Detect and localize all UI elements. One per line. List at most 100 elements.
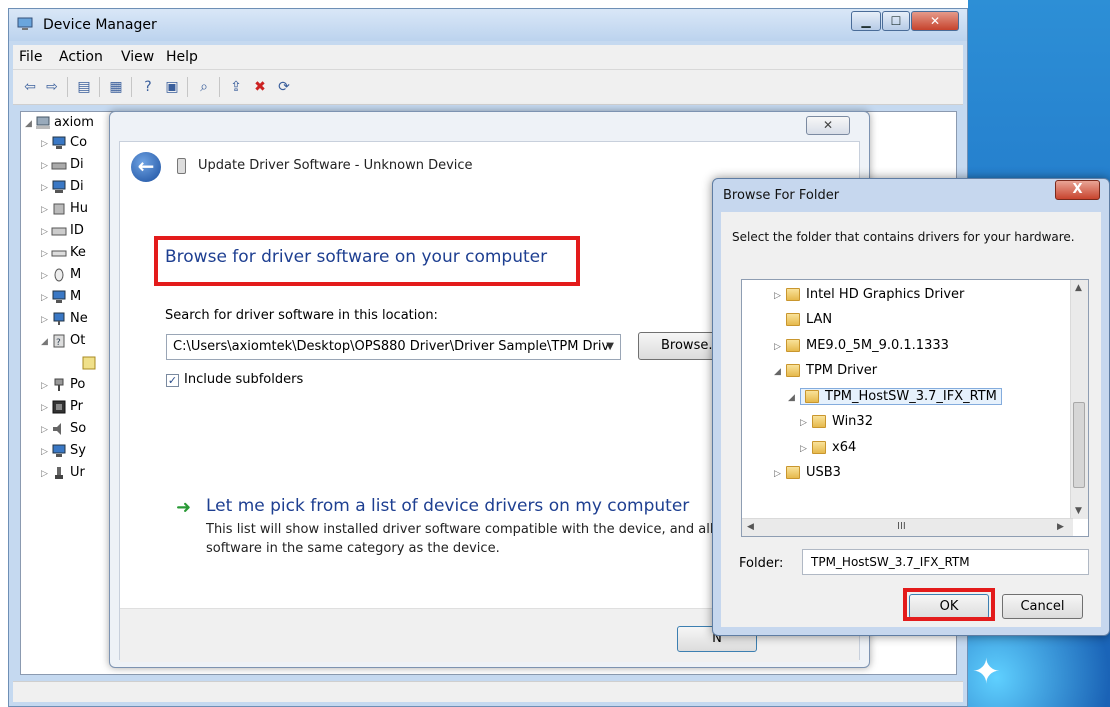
toolbar-separator [219,77,220,97]
browse-instruction: Select the folder that contains drivers … [732,230,1075,244]
expand-triangle-icon[interactable]: ▷ [800,412,812,434]
tree-label: Sy [70,443,86,458]
menu-view[interactable]: View [121,49,154,65]
expand-triangle-icon[interactable]: ◢ [25,114,35,134]
enable-device-icon[interactable]: ⟳ [275,78,293,96]
tree-item[interactable]: ▷ Ke [41,243,86,263]
back-arrow-icon[interactable]: ⇦ [21,78,39,96]
expand-triangle-icon[interactable]: ▷ [774,463,786,485]
horizontal-scrollbar[interactable]: ◀ III ▶ [742,518,1073,536]
tree-item[interactable]: ▷ Po [41,375,85,395]
include-subfolders-label: Include subfolders [184,372,304,387]
minimize-button[interactable]: ▁ [851,11,881,31]
help-icon[interactable]: ? [139,78,157,96]
folder-label: Intel HD Graphics Driver [806,287,965,302]
folder-item-selected[interactable]: ◢ TPM_HostSW_3.7_IFX_RTM [788,386,1002,408]
scroll-right-arrow-icon[interactable]: ▶ [1057,522,1064,532]
scroll-left-arrow-icon[interactable]: ◀ [747,522,754,532]
processor-icon [52,400,66,413]
view-icon[interactable]: ▣ [163,78,181,96]
hid-icon [53,203,65,214]
maximize-button[interactable]: ☐ [882,11,910,31]
tree-label: So [70,421,87,436]
collapse-triangle-icon[interactable]: ◢ [774,361,786,383]
expand-triangle-icon[interactable]: ▷ [774,285,786,307]
folder-item[interactable]: ▷ Win32 [800,411,873,433]
selected-folder[interactable]: TPM_HostSW_3.7_IFX_RTM [800,388,1002,405]
tree-label: M [70,267,82,282]
browse-dialog-title: Browse For Folder [723,188,840,203]
tree-label: Pr [70,399,83,414]
include-subfolders-checkbox[interactable]: ✓ [166,374,179,387]
folder-field-label: Folder: [739,556,784,571]
properties-icon[interactable]: ▦ [107,78,125,96]
folder-item[interactable]: LAN [786,309,832,331]
folder-icon [786,288,800,301]
network-adapter-icon [53,312,65,325]
menu-file[interactable]: File [19,49,42,65]
tree-item[interactable]: ▷ ID [41,221,84,241]
folder-item[interactable]: ▷ x64 [800,437,856,459]
tree-root[interactable]: ◢ axiom [25,113,94,133]
vertical-scrollbar[interactable]: ▲ ▼ [1070,280,1088,519]
scroll-grip[interactable]: III [897,521,906,532]
sound-icon [53,422,61,435]
menu-help[interactable]: Help [166,49,198,65]
folder-item[interactable]: ▷ Intel HD Graphics Driver [774,284,964,306]
folder-icon [786,313,800,326]
close-button[interactable]: ✕ [911,11,959,31]
tree-item[interactable]: ◢? Ot [41,331,85,351]
scroll-up-arrow-icon[interactable]: ▲ [1075,283,1082,293]
collapse-triangle-icon[interactable]: ◢ [788,387,800,409]
menu-action[interactable]: Action [59,49,103,65]
ok-highlight-box [903,588,995,621]
tree-item[interactable]: ▷ Ne [41,309,88,329]
folder-label: TPM Driver [806,363,878,378]
cancel-button[interactable]: Cancel [1002,594,1083,619]
device-manager-titlebar: Device Manager ▁ ☐ ✕ [9,9,967,41]
display-adapter-icon [52,180,66,193]
tree-item[interactable]: ▷ Di [41,177,84,197]
pick-from-list-link[interactable]: Let me pick from a list of device driver… [206,496,689,516]
scan-hardware-icon[interactable]: ⌕ [195,78,213,96]
back-arrow-icon[interactable]: ← [131,152,161,182]
tree-item[interactable]: ▷ Ur [41,463,85,483]
folder-icon [786,466,800,479]
folder-item[interactable]: ▷ ME9.0_5M_9.0.1.1333 [774,335,949,357]
tree-item[interactable]: ▷ M [41,265,81,285]
svg-text:?: ? [56,338,61,348]
tree-item[interactable]: ▷ So [41,419,86,439]
folder-item[interactable]: ◢ TPM Driver [774,360,877,382]
computer-icon [36,116,50,129]
menu-bar: File Action View Help [13,45,963,70]
windows-logo-icon: ✦ [972,652,1001,692]
forward-arrow-icon[interactable]: ⇨ [43,78,61,96]
expand-triangle-icon[interactable]: ▷ [800,438,812,460]
folder-tree[interactable]: ▷ Intel HD Graphics Driver LAN ▷ ME9.0_5M_… [741,279,1089,537]
tree-item[interactable]: ▷ Hu [41,199,88,219]
scroll-down-arrow-icon[interactable]: ▼ [1075,506,1082,516]
tree-item[interactable]: ▷ Di [41,155,84,175]
browse-close-button[interactable]: X [1055,180,1100,200]
update-driver-icon[interactable]: ⇪ [227,78,245,96]
tree-item[interactable]: ▷ Sy [41,441,86,461]
toolbar-separator [131,77,132,97]
tree-label: Di [70,157,84,172]
tree-label: Hu [70,201,89,216]
folder-input[interactable]: TPM_HostSW_3.7_IFX_RTM [802,549,1089,575]
disk-drive-icon [51,162,67,169]
tree-item-unknown-device[interactable] [81,353,100,373]
expand-triangle-icon[interactable]: ▷ [774,336,786,358]
tree-item[interactable]: ▷ Pr [41,397,83,417]
tree-label: Ne [70,311,88,326]
tree-item[interactable]: ▷ Co [41,133,87,153]
tree-label: ID [70,223,84,238]
show-hide-console-icon[interactable]: ▤ [75,78,93,96]
folder-item[interactable]: ▷ USB3 [774,462,841,484]
dialog-close-button[interactable]: ✕ [806,116,850,135]
uninstall-icon[interactable]: ✖ [251,78,269,96]
tree-item[interactable]: ▷ M [41,287,81,307]
scrollbar-thumb[interactable] [1073,402,1085,488]
driver-path-combobox[interactable]: C:\Users\axiomtek\Desktop\OPS880 Driver\… [166,334,621,360]
dropdown-arrow-icon[interactable]: ▼ [606,335,614,359]
